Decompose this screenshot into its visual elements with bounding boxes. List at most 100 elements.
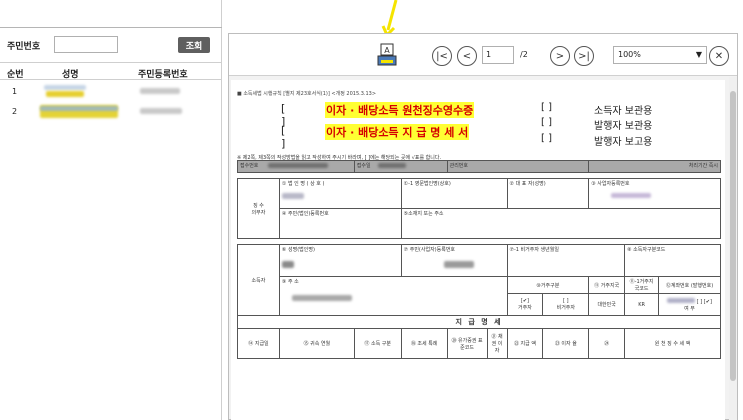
payer-row-1: 징 수 의무자 ① 법 인 명 ( 상 호 ) ①-1 영문법인명(상호) ② …	[237, 178, 721, 239]
row-number: 1	[12, 87, 18, 96]
col-resident-number: 주민등록번호	[138, 70, 188, 80]
resident-label: 거주자	[518, 305, 532, 311]
col-income-type: ⑰ 소득 구분	[353, 328, 402, 359]
field-nonresident-birth: ⑦-1 비거주자 생년월일	[509, 247, 559, 253]
search-row: 주민번호 조회	[0, 36, 222, 56]
detail-title-row: 지 급 명 세	[237, 315, 721, 329]
vertical-scrollbar[interactable]	[729, 77, 737, 420]
redacted-account	[667, 297, 696, 303]
field-address: ⑤소재지 또는 주소	[403, 211, 444, 217]
redacted-resident-number	[140, 88, 180, 94]
nonresident-checkbox[interactable]: [ ]	[563, 298, 569, 304]
recipient-label: 소득자	[237, 244, 280, 316]
nonresident-label: 비거주자	[556, 305, 575, 311]
redacted-name	[44, 85, 86, 90]
pointer-arrow-icon	[381, 0, 398, 36]
page-total: /2	[520, 50, 528, 59]
resident-checkbox[interactable]: [✔]	[521, 298, 529, 304]
col-rate: ㉓ 이자 율	[542, 328, 590, 359]
field-recipient-name: ⑥ 성명(법인명)	[281, 247, 315, 253]
payer-label: 징 수 의무자	[237, 178, 280, 239]
next-page-button[interactable]: >	[550, 46, 570, 66]
copy-bracket: [ ]	[541, 133, 552, 144]
form-reference: ■ 소득세법 시행규칙 [별지 제23호서식(1)] <개정 2015.3.13…	[237, 91, 377, 97]
close-button[interactable]: ✕	[709, 46, 729, 66]
col-24: ㉔	[588, 328, 626, 359]
title-bracket: [ ]	[281, 124, 286, 150]
field-business-number: ③ 사업자등록번호	[591, 181, 630, 187]
detail-title: 지 급 명 세	[237, 315, 721, 329]
redacted-resident-number	[140, 108, 182, 114]
processing-period: 처리기간 즉시	[688, 163, 718, 169]
field-representative: ② 대 표 자(성명)	[509, 181, 546, 187]
search-button[interactable]: 조회	[178, 37, 210, 53]
col-bond-interest: ㉑ 채권 이자	[486, 328, 508, 359]
last-page-button[interactable]: >|	[574, 46, 594, 66]
viewer-toolbar: A |< < 1 /2 > >| 100% ▼ ✕	[229, 34, 737, 76]
print-icon[interactable]: A	[377, 42, 397, 68]
col-tax-special: ⑱ 조세 특례	[400, 328, 448, 359]
print-glyph: A	[384, 46, 390, 55]
field-company-name-en: ①-1 영문법인명(상호)	[403, 181, 451, 187]
payer-row-2: ④ 주민(법인)등록번호 ⑤소재지 또는 주소	[238, 208, 722, 239]
col-no: 순번	[7, 70, 24, 80]
field-account-number: ⑫계좌번호 (발행번호)	[665, 282, 714, 289]
col-name: 성명	[62, 70, 79, 80]
trust-options[interactable]: [ ] [✔]	[697, 299, 712, 305]
detail-header-row: ⑭ 지급일 ⑮ 귀속 연월 ⑰ 소득 구분 ⑱ 조세 특례 ⑳ 유가증권 표준코…	[237, 328, 721, 359]
divider	[0, 27, 222, 28]
copy-bracket: [ ]	[541, 117, 552, 128]
title-statement: 이자 · 배당소득 지 급 명 세 서	[325, 124, 470, 140]
field-recipient-code: ⑧ 소득자구분코드	[627, 247, 666, 253]
redacted-value	[281, 193, 304, 199]
receipt-date-label: 접수일	[356, 163, 371, 169]
first-page-button[interactable]: |<	[432, 46, 452, 66]
country-value: 대한민국	[597, 302, 616, 308]
col-pay-date: ⑭ 지급일	[237, 328, 280, 359]
redacted-value	[291, 295, 352, 301]
col-attribution: ⑮ 귀속 연월	[278, 328, 355, 359]
page-number-input[interactable]: 1	[482, 46, 514, 64]
redacted-name	[40, 106, 118, 111]
scrollbar-thumb[interactable]	[730, 91, 736, 381]
redacted-value	[281, 261, 294, 268]
chevron-down-icon: ▼	[695, 50, 702, 59]
recipient-row-1: 소득자 ⑥ 성명(법인명) ⑦ 주민(사업자)등록번호 ⑦-1 비거주자 생년월…	[237, 244, 721, 316]
table-row[interactable]: 2	[0, 104, 222, 120]
table-header: 순번 성명 주민등록번호	[0, 62, 222, 80]
country-code-value: KR	[638, 301, 645, 308]
report-viewer: A |< < 1 /2 > >| 100% ▼ ✕ ■ 소득세법 시행규칙 [별…	[228, 33, 738, 420]
redacted-receipt-date	[378, 163, 407, 168]
field-company-name: ① 법 인 명 ( 상 호 )	[281, 181, 325, 187]
field-country: ⑪ 거주지국	[594, 282, 620, 289]
copy-label: 소득자 보관용	[594, 106, 653, 117]
title-receipt: 이자 · 배당소득 원천징수영수증	[325, 102, 475, 118]
field-recipient-number: ⑦ 주민(사업자)등록번호	[403, 247, 456, 253]
zoom-value: 100%	[618, 50, 641, 59]
resident-number-input[interactable]	[54, 36, 118, 53]
recipient-row-2: ⑨ 주 소 ⑩거주구분 ⑪ 거주지국 ⑪-1거주지 국코드 ⑫계좌번호 (발행번…	[238, 276, 721, 316]
form-table: 접수번호 접수일 관리번호 처리기간 즉시 징 수 의무자 ① 법 인 명 ( …	[237, 160, 722, 359]
receipt-row: 접수번호 접수일 관리번호 처리기간 즉시	[237, 160, 721, 173]
zoom-select[interactable]: 100% ▼	[613, 46, 707, 64]
field-corp-number: ④ 주민(법인)등록번호	[281, 211, 329, 217]
search-label: 주민번호	[7, 42, 41, 52]
redacted-value	[443, 261, 474, 268]
management-number-label: 관리번호	[449, 163, 468, 169]
field-recipient-address: ⑨ 주 소	[281, 279, 299, 285]
copy-bracket: [ ]	[541, 102, 552, 113]
left-panel: 주민번호 조회 순번 성명 주민등록번호 1 2	[0, 0, 222, 420]
redacted-receipt-number	[268, 163, 328, 168]
redacted-name-highlight	[46, 91, 84, 97]
redacted-value	[611, 193, 652, 198]
field-country-code: ⑪-1거주지 국코드	[629, 279, 654, 292]
col-pay-amount: ㉒ 지급 액	[506, 328, 544, 359]
table-row[interactable]: 1	[0, 84, 222, 100]
copy-label: 발행자 보관용	[594, 121, 653, 132]
prev-page-button[interactable]: <	[457, 46, 477, 66]
col-securities-code: ⑳ 유가증권 표준코드	[446, 328, 488, 359]
field-residence-type: ⑩거주구분	[536, 282, 560, 289]
row-number: 2	[12, 107, 18, 116]
receipt-number-label: 접수번호	[240, 163, 259, 169]
col-withholding-tax: 원 천 징 수 세 액	[624, 328, 721, 359]
